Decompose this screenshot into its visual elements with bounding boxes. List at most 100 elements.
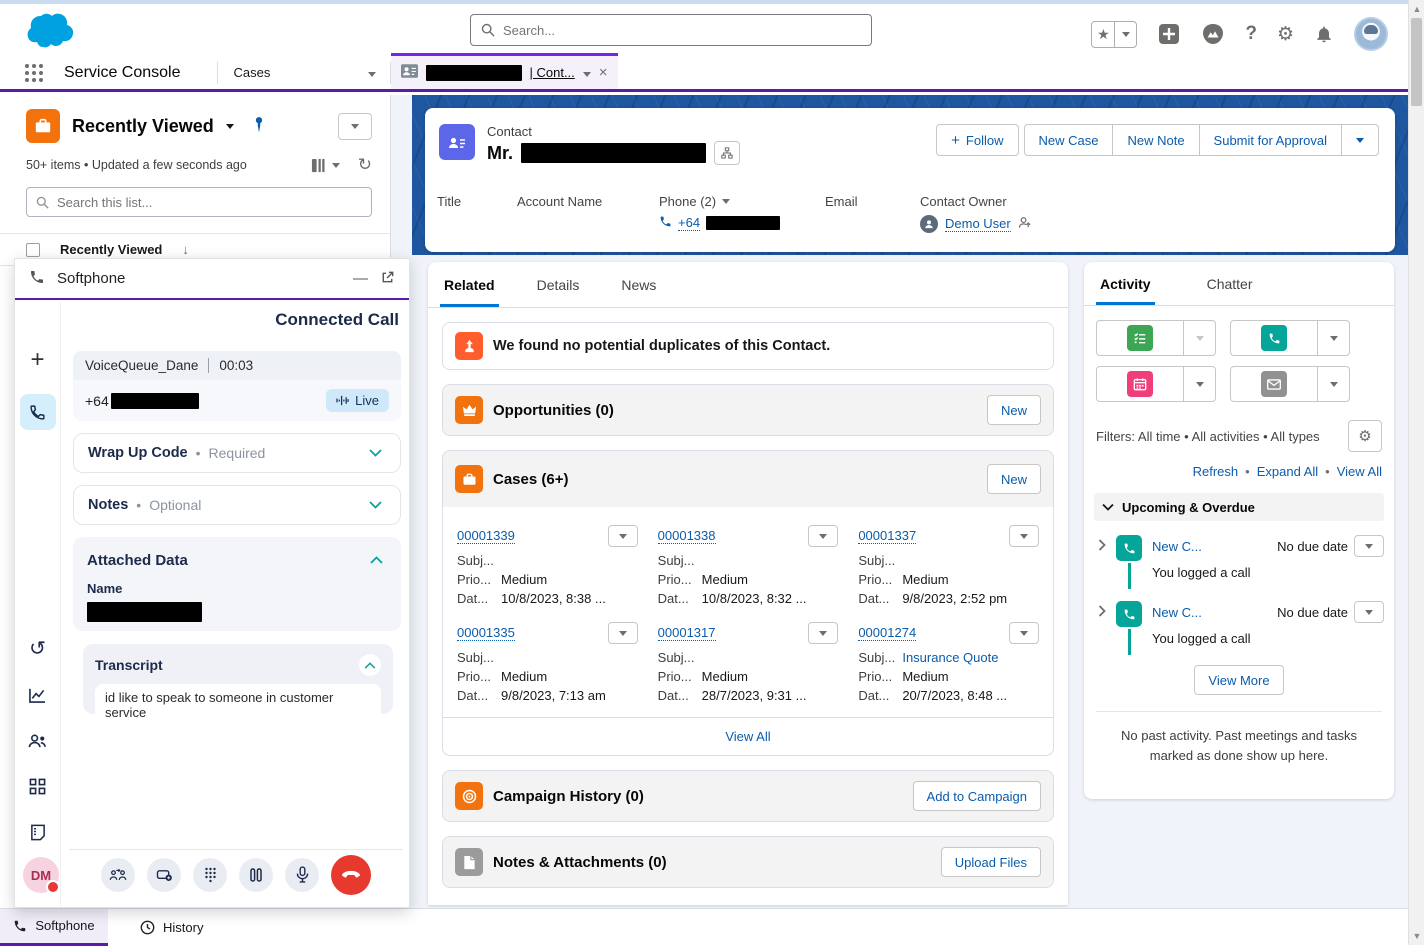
app-name[interactable]: Service Console: [64, 64, 181, 82]
nav-tab-contact-active[interactable]: | Cont... ×: [391, 53, 618, 89]
refresh-link[interactable]: Refresh: [1193, 464, 1239, 479]
utility-tab-softphone[interactable]: Softphone: [0, 909, 108, 946]
global-search-input[interactable]: [503, 23, 861, 38]
case-number-link[interactable]: 00001337: [858, 528, 916, 544]
analytics-icon[interactable]: [28, 687, 47, 707]
activity-filter-gear[interactable]: ⚙: [1348, 420, 1382, 452]
log-call-button[interactable]: [1230, 320, 1350, 356]
scrollbar-thumb[interactable]: [1411, 18, 1422, 106]
upcoming-overdue-header[interactable]: Upcoming & Overdue: [1094, 493, 1384, 521]
new-note-button[interactable]: New Note: [1112, 124, 1198, 156]
chevron-down-icon[interactable]: [364, 494, 386, 516]
tab-chatter[interactable]: Chatter: [1207, 262, 1253, 305]
list-search[interactable]: [26, 187, 372, 217]
expand-chevron-icon[interactable]: [1098, 605, 1106, 620]
new-task-button[interactable]: [1096, 320, 1216, 356]
upload-files-button[interactable]: Upload Files: [941, 847, 1041, 877]
pin-icon[interactable]: [252, 116, 266, 137]
hold-pause-button[interactable]: [239, 858, 273, 892]
activity-row-actions[interactable]: [1354, 601, 1384, 623]
contacts-icon[interactable]: [28, 733, 47, 752]
add-to-campaign-button[interactable]: Add to Campaign: [913, 781, 1041, 811]
org-chart-icon[interactable]: [714, 141, 740, 165]
task-dropdown[interactable]: [1183, 321, 1215, 355]
global-search[interactable]: [470, 14, 872, 46]
utility-tab-history[interactable]: History: [122, 909, 221, 946]
display-as-button[interactable]: [311, 158, 340, 173]
notes-page-icon[interactable]: [30, 824, 46, 844]
new-opportunity-button[interactable]: New: [987, 395, 1041, 425]
case-number-link[interactable]: 00001338: [658, 528, 716, 544]
mute-mic-button[interactable]: [285, 858, 319, 892]
end-call-button[interactable]: [331, 855, 371, 895]
favorites-dropdown[interactable]: [1114, 22, 1136, 47]
activity-row-actions[interactable]: [1354, 535, 1384, 557]
list-view-title[interactable]: Recently Viewed: [72, 116, 214, 137]
cases-view-all-link[interactable]: View All: [725, 729, 770, 744]
star-icon[interactable]: ★: [1092, 22, 1114, 47]
cases-tab-dropdown[interactable]: [368, 65, 376, 80]
expand-all-link[interactable]: Expand All: [1257, 464, 1318, 479]
follow-button[interactable]: + Follow: [936, 124, 1018, 156]
contact-tab-dropdown[interactable]: [583, 65, 591, 80]
case-row-actions[interactable]: [608, 622, 638, 644]
view-more-button[interactable]: View More: [1194, 665, 1283, 695]
tab-related[interactable]: Related: [444, 262, 495, 307]
case-number-link[interactable]: 00001317: [658, 625, 716, 641]
list-search-input[interactable]: [57, 195, 362, 210]
minimize-icon[interactable]: —: [353, 270, 368, 287]
transfer-call-button[interactable]: [101, 858, 135, 892]
nav-tab-cases[interactable]: Cases: [218, 65, 368, 80]
contact-tab-close-icon[interactable]: ×: [599, 64, 608, 81]
scroll-down-icon[interactable]: ▼: [1409, 931, 1424, 941]
change-owner-icon[interactable]: [1018, 216, 1031, 232]
active-call-tab-icon[interactable]: [20, 394, 56, 430]
case-row-actions[interactable]: [1009, 525, 1039, 547]
app-launcher-icon[interactable]: [24, 63, 44, 83]
quick-create-icon[interactable]: [1157, 22, 1181, 46]
case-number-link[interactable]: 00001335: [457, 625, 515, 641]
sort-descending-icon[interactable]: ↓: [182, 242, 189, 257]
notes-row[interactable]: Notes • Optional: [73, 485, 401, 525]
user-avatar[interactable]: [1354, 17, 1388, 51]
new-case-button[interactable]: New Case: [1024, 124, 1113, 156]
phone-link[interactable]: +64: [678, 215, 700, 231]
more-actions-dropdown[interactable]: [1341, 124, 1379, 156]
switch-device-button[interactable]: [147, 858, 181, 892]
email-button[interactable]: [1230, 366, 1350, 402]
chevron-up-icon[interactable]: [365, 549, 387, 571]
owner-link[interactable]: Demo User: [945, 216, 1011, 232]
list-actions-dropdown[interactable]: [338, 113, 372, 140]
case-row-actions[interactable]: [808, 525, 838, 547]
help-icon[interactable]: ?: [1245, 23, 1257, 45]
case-row-actions[interactable]: [608, 525, 638, 547]
scroll-up-icon[interactable]: ▲: [1409, 4, 1424, 14]
campaign-title[interactable]: Campaign History (0): [493, 788, 644, 805]
log-call-dropdown[interactable]: [1317, 321, 1349, 355]
tab-news[interactable]: News: [621, 262, 656, 307]
submit-approval-button[interactable]: Submit for Approval: [1199, 124, 1341, 156]
case-row-actions[interactable]: [1009, 622, 1039, 644]
tab-activity[interactable]: Activity: [1100, 262, 1151, 305]
chevron-up-icon[interactable]: [359, 654, 381, 676]
activity-title-link[interactable]: New C...: [1152, 605, 1202, 620]
case-subject-link[interactable]: Insurance Quote: [902, 650, 998, 665]
phone-dropdown-icon[interactable]: [722, 199, 730, 204]
new-case-related-button[interactable]: New: [987, 464, 1041, 494]
activity-title-link[interactable]: New C...: [1152, 539, 1202, 554]
chevron-down-icon[interactable]: [364, 442, 386, 464]
column-header[interactable]: Recently Viewed: [60, 242, 162, 257]
select-all-checkbox[interactable]: [26, 243, 40, 257]
view-all-link[interactable]: View All: [1337, 464, 1382, 479]
add-call-icon[interactable]: +: [30, 346, 44, 374]
opportunities-title[interactable]: Opportunities (0): [493, 402, 614, 419]
case-number-link[interactable]: 00001274: [858, 625, 916, 641]
favorites-button[interactable]: ★: [1091, 21, 1137, 48]
trailhead-icon[interactable]: [1201, 22, 1225, 46]
notifications-bell-icon[interactable]: [1314, 24, 1334, 44]
new-event-button[interactable]: [1096, 366, 1216, 402]
agent-avatar[interactable]: DM: [23, 857, 59, 893]
list-view-dropdown-icon[interactable]: [226, 124, 234, 129]
cases-title[interactable]: Cases (6+): [493, 471, 568, 488]
history-icon[interactable]: ↺: [29, 636, 46, 661]
